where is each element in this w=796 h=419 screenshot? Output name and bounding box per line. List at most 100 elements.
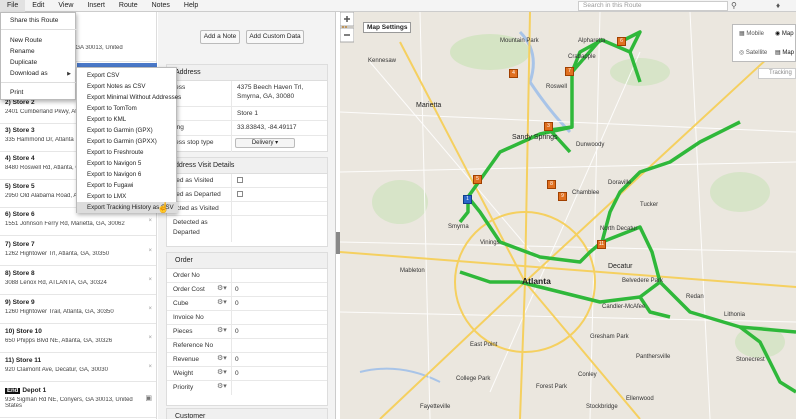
stop-address: 934 Sigman Rd NE, Conyers, GA 30013, Uni… [5,397,133,403]
divider [231,269,232,282]
add-custom-data-button[interactable]: Add Custom Data [246,30,304,44]
map-label-candler-mcafee: Candler-McAfee [602,304,646,310]
menu-print[interactable]: Print [10,89,23,96]
menu-edit[interactable]: Edit [25,0,51,12]
gear-icon[interactable]: ⚙▾ [217,354,227,362]
stop-type-dropdown[interactable]: Delivery ▾ [235,138,295,148]
menu-help[interactable]: Help [177,0,205,12]
address-value-line1[interactable]: 4375 Beech Haven Trl, [237,84,303,91]
gear-icon[interactable]: ⚙▾ [217,284,227,292]
export-freshroute[interactable]: Export to Freshroute [77,147,178,158]
cube-value[interactable]: 0 [235,300,239,307]
search-icon[interactable]: ⚲ [731,1,741,11]
weight-value[interactable]: 0 [235,370,239,377]
latlng-value[interactable]: 33.83843, -84.49117 [237,124,297,131]
map-label-conley: Conley [578,372,597,378]
stop-name: End Depot 1 [5,387,152,394]
remove-stop-icon[interactable]: × [148,277,152,283]
start-marker[interactable]: 1 [463,195,472,204]
mobile-mode-button[interactable]: ▦ Mobile [739,30,764,37]
remove-stop-icon[interactable]: × [148,218,152,224]
stop-address: 920 Claimont Ave, Decatur, GA, 30030 [5,367,108,373]
stop-marker[interactable]: 3 [544,122,553,131]
tracking-toggle[interactable]: Tracking [758,68,796,79]
export-fugawi[interactable]: Export to Fugawi [77,180,178,191]
map-settings-button[interactable]: Map Settings [363,22,412,33]
export-navigon-5[interactable]: Export to Navigon 5 [77,158,178,169]
divider [231,121,232,135]
stop-marker[interactable]: 11 [597,240,606,249]
remove-stop-icon[interactable]: × [148,364,152,370]
stop-8[interactable]: 8) Store 8 3088 Lenox Rd, ATLANTA, GA, 3… [0,267,156,295]
map-mode-label: Map [781,31,794,37]
map-view-button[interactable]: ▤ Map [775,49,794,56]
map-label-chamblee: Chamblee [572,190,600,196]
gear-icon[interactable]: ⚙▾ [217,326,227,334]
remove-stop-icon[interactable]: × [148,306,152,312]
gear-icon[interactable]: ⚙▾ [217,382,227,390]
marked-visited-checkbox[interactable] [237,177,243,183]
customer-section: Customer [166,408,328,419]
menu-share-route[interactable]: Share this Route [10,17,58,24]
export-kml[interactable]: Export to KML [77,114,178,125]
revenue-value[interactable]: 0 [235,356,239,363]
stop-marker[interactable]: 5 [473,175,482,184]
menu-download-as[interactable]: Download as [10,70,48,77]
export-garmin-gpx[interactable]: Export to Garmin (GPX) [77,125,178,136]
stop-marker[interactable]: 9 [558,192,567,201]
map-mode-button[interactable]: ◉ Map [775,30,794,37]
name-value[interactable]: Store 1 [237,110,258,117]
stop-11[interactable]: 11) Store 11 920 Claimont Ave, Decatur, … [0,354,156,382]
stop-7[interactable]: 7) Store 7 1262 Hightower Trl, Atlanta, … [0,238,156,266]
zoom-control[interactable] [340,12,354,52]
stop-name: 11) Store 11 [5,357,42,364]
satellite-mode-label: Satellite [745,50,768,56]
menu-notes[interactable]: Notes [145,0,177,12]
stop-10[interactable]: 10) Store 10 650 Phipps Blvd NE, Atlanta… [0,325,156,353]
order-row: Order Cost ⚙▾ 0 [167,283,327,297]
pieces-value[interactable]: 0 [235,328,239,335]
export-lmx[interactable]: Export to LMX [77,191,178,202]
marked-departed-checkbox[interactable] [237,191,243,197]
export-tomtom[interactable]: Export to TomTom [77,103,178,114]
menu-rename[interactable]: Rename [10,48,35,55]
stop-marker[interactable]: 4 [509,69,518,78]
gear-icon[interactable]: ⚙▾ [217,368,227,376]
order-cost-value[interactable]: 0 [235,286,239,293]
add-note-button[interactable]: Add a Note [200,30,240,44]
divider [231,339,232,352]
stop-marker[interactable]: 7 [565,67,574,76]
search-input[interactable]: Search in this Route [578,1,728,11]
satellite-mode-button[interactable]: ◎ Satellite [739,49,767,56]
route-map[interactable]: 6 7 4 3 8 9 5 1 11 Atlanta Marietta Sand… [340,12,796,419]
menu-view[interactable]: View [51,0,80,12]
export-navigon-6[interactable]: Export to Navigon 6 [77,169,178,180]
map-label-lithonia: Lithonia [724,312,746,318]
stop-end-depot[interactable]: End Depot 1 934 Sigman Rd NE, Conyers, GA… [0,384,156,418]
order-row: Priority ⚙▾ [167,381,327,395]
name-row: Store 1 [167,107,327,121]
menu-file[interactable]: File [0,0,26,12]
export-notes-csv[interactable]: Export Notes as CSV [77,81,178,92]
latlng-row: Lng 33.83843, -84.49117 [167,121,327,136]
export-garmin-gpxx[interactable]: Export to Garmin (GPXX) [77,136,178,147]
bell-icon[interactable]: ♦ [772,0,784,12]
divider [231,283,232,296]
export-csv[interactable]: Export CSV [77,70,178,81]
menu-insert[interactable]: Insert [80,0,112,12]
export-minimal[interactable]: Export Minimal Without Addresses [77,92,181,103]
remove-stop-icon[interactable]: × [148,335,152,341]
gear-icon[interactable]: ⚙▾ [217,298,227,306]
menu-duplicate[interactable]: Duplicate [10,59,37,66]
map-label-dunwoody: Dunwoody [576,142,605,148]
menu-new-route[interactable]: New Route [10,37,42,44]
stop-9[interactable]: 9) Store 9 1260 Hightower Trail, Atlanta… [0,296,156,324]
stop-marker[interactable]: 8 [547,180,556,189]
address-value-line2[interactable]: Smyrna, GA, 30080 [237,93,294,100]
stop-marker[interactable]: 6 [617,37,626,46]
menu-route[interactable]: Route [112,0,145,12]
remove-stop-icon[interactable]: × [148,248,152,254]
stop-name: 10) Store 10 [5,328,42,335]
map-label-decatur: Decatur [608,263,633,270]
order-cost-label: Order Cost [173,286,205,293]
